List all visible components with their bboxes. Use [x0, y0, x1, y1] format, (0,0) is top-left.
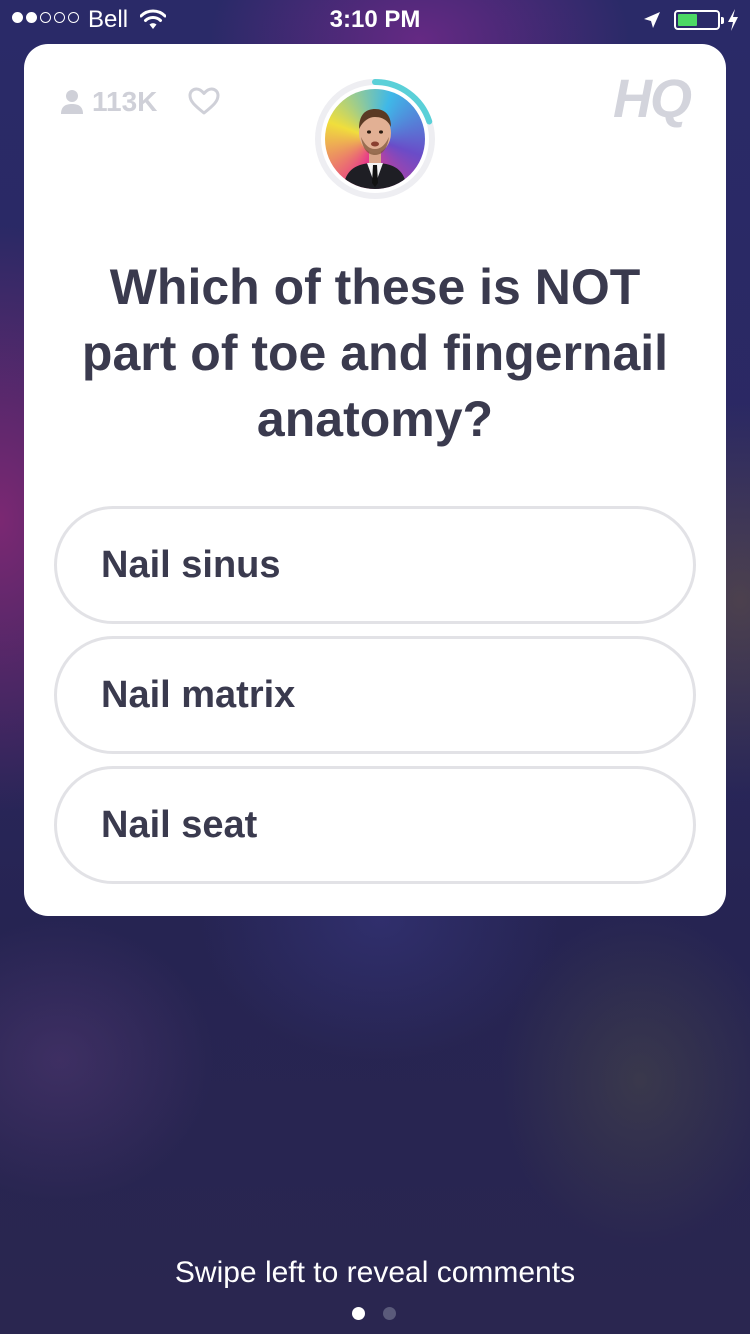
answer-option-3[interactable]: Nail seat [54, 766, 696, 884]
answer-option-label: Nail matrix [101, 673, 296, 716]
answer-option-label: Nail sinus [101, 543, 281, 586]
heart-icon[interactable] [188, 86, 220, 116]
clock: 3:10 PM [329, 6, 421, 33]
host-avatar [314, 78, 436, 200]
page-dot-2[interactable] [383, 1307, 396, 1320]
page-indicator[interactable] [352, 1307, 396, 1320]
answer-option-label: Nail seat [101, 803, 258, 846]
answer-option-2[interactable]: Nail matrix [54, 636, 696, 754]
status-bar: Bell 3:10 PM [0, 0, 750, 40]
host-photo [325, 89, 425, 189]
page-dot-1[interactable] [352, 1307, 365, 1320]
question-card: 113K HQ Which of these is NOT part of to… [24, 44, 726, 916]
viewer-count: 113K [60, 86, 157, 118]
battery-level [678, 14, 697, 26]
viewer-count-label: 113K [92, 86, 158, 117]
battery-icon [674, 10, 724, 30]
question-text: Which of these is NOT part of toe and fi… [81, 259, 669, 447]
hq-logo: HQ [613, 69, 692, 129]
swipe-hint: Swipe left to reveal comments [174, 1256, 576, 1289]
answer-option-1[interactable]: Nail sinus [54, 506, 696, 624]
location-arrow-icon [644, 12, 660, 28]
charging-bolt-icon [728, 9, 738, 31]
person-icon [61, 90, 83, 114]
